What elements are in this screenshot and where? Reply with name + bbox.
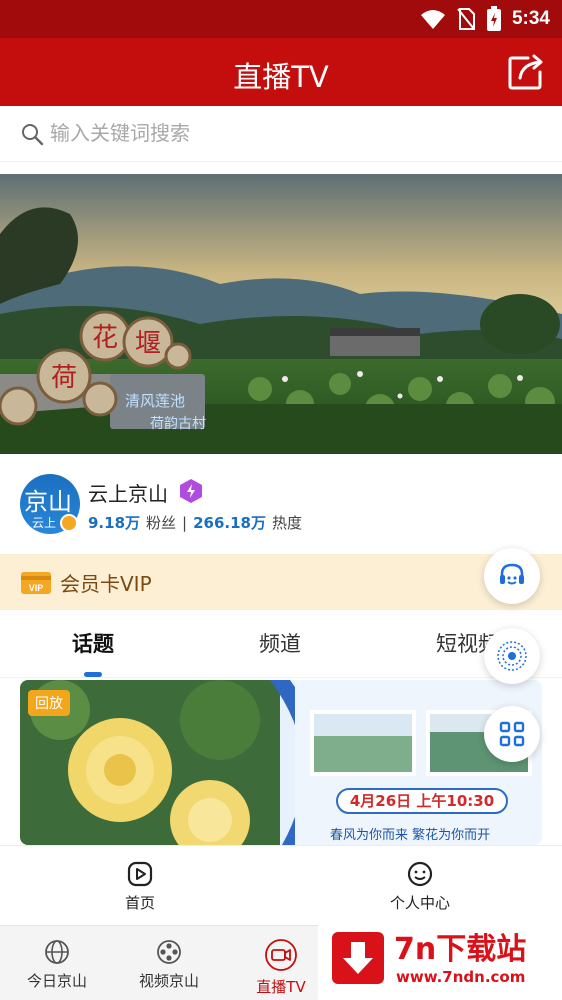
search-bar [0,106,562,162]
camera-icon [265,939,297,971]
nav-today-jingshan[interactable]: 今日京山 [12,938,102,991]
channel-profile[interactable]: 京山 云上 云上京山 9.18万 粉丝 | 266.18万 热度 [0,454,562,554]
profile-name: 云上京山 [88,482,168,506]
event-date: 4月26日 上午10:30 [336,788,508,814]
nav-video-label: 视频京山 [138,972,199,990]
sign-char-2: 花 [92,323,118,353]
heat-label: 热度 [271,514,302,532]
heat-count: 266.18万 [193,514,266,532]
verified-icon [180,479,202,503]
watermark-title: 7n下载站 [394,932,527,967]
active-tab-indicator [84,672,102,677]
share-icon [508,54,543,90]
site-watermark: 7n下载站 www.7ndn.com [318,912,562,1000]
tab-bar: 话题 频道 短视频 [0,610,562,678]
search-input[interactable] [50,118,530,148]
replay-card[interactable]: 回放 4月26日 上午10:30 春风为你而来 繁花为你而开 [20,680,542,845]
stone-text-2: 荷韵古村 [150,416,206,432]
page-title: 直播TV [233,60,329,94]
title-bar: 直播TV [0,38,562,106]
vip-card-bar[interactable]: VIP 会员卡VIP [0,554,562,610]
nav-live-tv[interactable]: 直播TV [236,938,326,997]
fans-count: 9.18万 [88,514,141,532]
download-icon [332,932,384,984]
smile-icon [407,861,433,887]
status-bar: 5:34 [0,0,562,38]
nav-today-label: 今日京山 [26,972,87,990]
profile-stats: 9.18万 粉丝 | 266.18万 热度 [88,512,302,533]
wifi-icon [420,10,445,29]
grid-icon [499,721,525,747]
nav-home-label: 首页 [124,894,155,912]
play-icon [127,861,153,887]
nav-video-jingshan[interactable]: 视频京山 [124,938,214,991]
vip-icon-text: VIP [29,583,44,593]
vip-label: 会员卡VIP [60,572,152,596]
avatar-subtext: 云上 [32,516,57,530]
avatar-text: 京山 [24,488,72,516]
no-sim-icon [457,8,475,30]
status-icons: 5:34 [420,6,550,32]
globe-icon [45,940,69,964]
sign-char-3: 堰 [135,329,161,359]
card-thumbnail [20,680,542,845]
stone-text-1: 清风莲池 [125,392,185,410]
status-time: 5:34 [511,8,550,29]
nav-home[interactable]: 首页 [100,860,180,913]
tab-topics[interactable]: 话题 [72,628,114,658]
film-reel-icon [157,940,181,964]
apps-button[interactable] [484,706,540,762]
lotus-pond-scene: 荷 花 堰 清风莲池 荷韵古村 [0,174,562,454]
nav-profile-label: 个人中心 [389,894,450,912]
search-icon [22,124,44,146]
battery-icon [486,6,501,31]
sign-char-1: 荷 [51,363,77,393]
nav-live-label: 直播TV [256,978,306,996]
replay-badge: 回放 [28,690,70,716]
event-slogan: 春风为你而来 繁花为你而开 [330,828,491,843]
sphere-icon [497,641,527,671]
ai-assistant-button[interactable] [484,628,540,684]
share-button[interactable] [506,52,546,92]
headset-icon [500,563,524,585]
fans-label: 粉丝 [146,514,177,532]
nav-profile[interactable]: 个人中心 [380,860,460,913]
tab-channels[interactable]: 频道 [259,628,301,658]
watermark-url: www.7ndn.com [396,968,526,986]
live-badge-icon [60,514,78,532]
banner-image[interactable]: 荷 花 堰 清风莲池 荷韵古村 [0,174,562,454]
vip-card-icon: VIP [20,568,52,596]
stats-separator: | [182,513,188,532]
customer-service-button[interactable] [484,548,540,604]
